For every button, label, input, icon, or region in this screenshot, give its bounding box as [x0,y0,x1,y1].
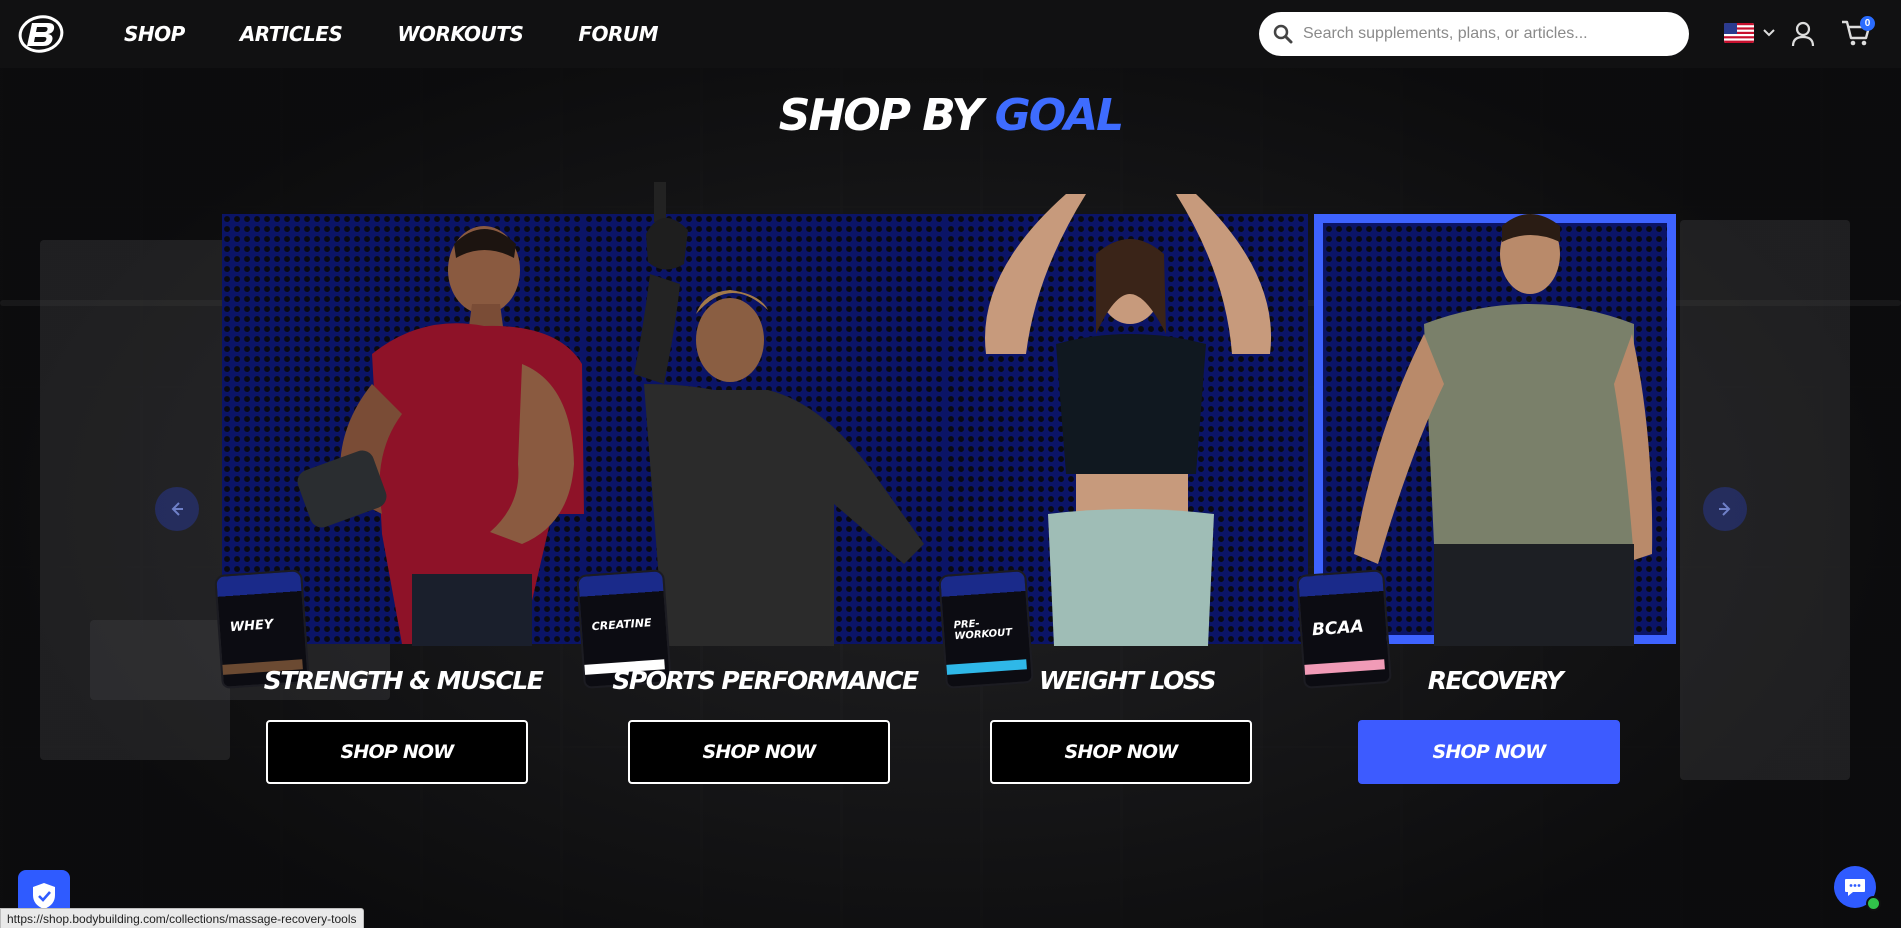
status-bar-url: https://shop.bodybuilding.com/collection… [0,908,364,928]
shop-now-button[interactable]: SHOP NOW [628,720,890,784]
heading-accent: GOAL [994,90,1125,141]
nav-link-forum[interactable]: FORUM [578,22,658,46]
cart-count-badge: 0 [1860,16,1875,31]
goal-card-recovery[interactable]: BCAA RECOVERY SHOP NOW [1296,214,1676,784]
search-icon [1273,24,1293,44]
online-status-dot [1866,896,1881,911]
card-title: WEIGHT LOSS [1038,666,1217,695]
chevron-down-icon[interactable] [1762,27,1776,39]
search-input[interactable] [1301,24,1685,44]
top-navbar: SHOP ARTICLES WORKOUTS FORUM Search supp… [0,0,1901,68]
nav-link-workouts[interactable]: WORKOUTS [397,22,523,46]
nav-link-shop[interactable]: SHOP [124,22,185,46]
carousel-prev-button[interactable] [155,487,199,531]
tub-label: CREATINE [591,616,652,634]
heading-prefix: SHOP BY [778,90,995,141]
shop-now-button[interactable]: SHOP NOW [1358,720,1620,784]
us-flag-icon[interactable] [1724,23,1754,43]
card-title: STRENGTH & MUSCLE [263,666,544,695]
goal-card-weight-loss[interactable]: PRE-WORKOUT WEIGHT LOSS SHOP NOW [938,194,1308,784]
shop-now-button[interactable]: SHOP NOW [266,720,528,784]
chat-icon [1845,879,1865,896]
card-title: RECOVERY [1427,666,1564,695]
tub-label: WHEY [229,617,274,636]
logo-b-icon[interactable] [18,14,64,54]
shield-check-icon [33,883,55,909]
nav-link-articles[interactable]: ARTICLES [240,22,343,46]
tub-label: BCAA [1311,616,1365,641]
card-title: SPORTS PERFORMANCE [612,666,919,695]
tub-label: PRE-WORKOUT [953,618,1013,643]
page: SHOP ARTICLES WORKOUTS FORUM Search supp… [0,0,1901,928]
arrow-left-icon [171,502,183,516]
carousel-next-button[interactable] [1703,487,1747,531]
section-heading: SHOP BY GOAL [0,90,1901,141]
goal-card-strength[interactable]: WHEY STRENGTH & MUSCLE SHOP NOW [214,214,584,784]
shop-now-button[interactable]: SHOP NOW [990,720,1252,784]
goal-card-sports-performance[interactable]: CREATINE SPORTS PERFORMANCE SHOP NOW [576,182,946,784]
user-icon[interactable] [1790,20,1816,48]
search-bar[interactable] [1259,12,1689,56]
arrow-right-icon [1719,502,1731,516]
main-nav: SHOP ARTICLES WORKOUTS FORUM [124,0,713,68]
